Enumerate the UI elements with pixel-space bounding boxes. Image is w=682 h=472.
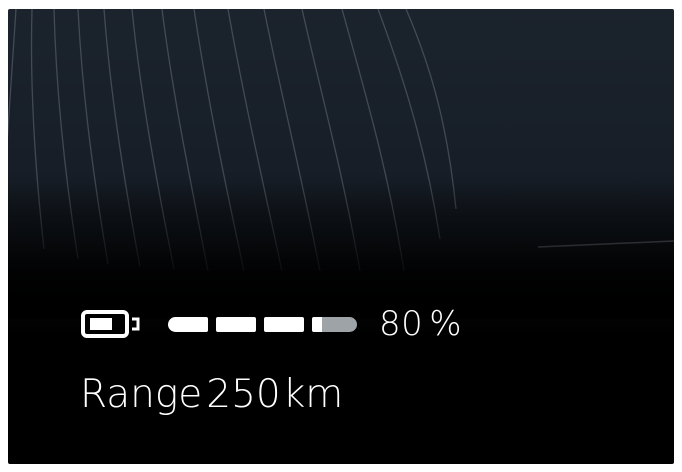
battery-level-bar <box>168 314 357 334</box>
range-value: 250 <box>206 372 281 417</box>
battery-level-segment <box>216 316 256 332</box>
instrument-display: 80 % Range 250 km <box>8 9 674 464</box>
battery-percent-unit: % <box>429 304 463 344</box>
range-unit: km <box>282 372 344 417</box>
battery-percent-value: 80 <box>379 304 424 344</box>
battery-level-segment <box>264 316 304 332</box>
range-readout: Range 250 km <box>80 372 343 417</box>
range-label: Range <box>80 372 203 417</box>
battery-level-segment-partial <box>312 316 357 332</box>
background-fade <box>8 179 674 319</box>
battery-status: 80 % <box>80 301 462 347</box>
battery-icon <box>81 310 140 338</box>
battery-percent: 80 % <box>379 304 462 344</box>
battery-level-segment <box>168 316 208 332</box>
